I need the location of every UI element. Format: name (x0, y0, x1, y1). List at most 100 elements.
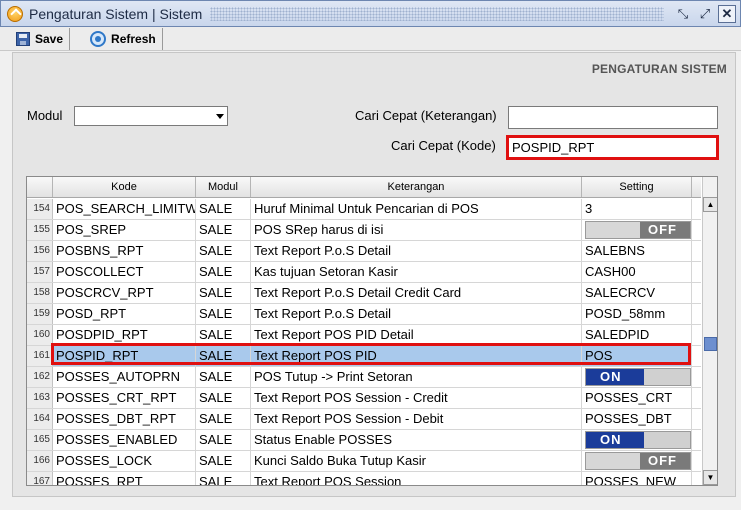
cell-modul[interactable]: SALE (196, 430, 251, 450)
cell-keterangan[interactable]: Text Report POS Session - Credit (251, 388, 582, 408)
table-row[interactable]: 163 POSSES_CRT_RPT SALE Text Report POS Ses… (27, 388, 701, 409)
modul-select[interactable] (74, 106, 228, 126)
toggle-label: OFF (648, 222, 677, 237)
cell-modul[interactable]: SALE (196, 283, 251, 303)
cell-setting[interactable]: POSD_58mm (582, 304, 692, 324)
refresh-button[interactable]: Refresh (70, 27, 163, 50)
chevron-down-icon[interactable] (216, 114, 224, 119)
setting-toggle[interactable]: ON (585, 431, 691, 449)
cell-setting[interactable]: POSSES_CRT (582, 388, 692, 408)
close-icon[interactable]: ✕ (718, 4, 736, 23)
cell-keterangan[interactable]: Huruf Minimal Untuk Pencarian di POS (251, 199, 582, 219)
row-number: 167 (27, 472, 53, 485)
table-row[interactable]: 160 POSDPID_RPT SALE Text Report POS PID De… (27, 325, 701, 346)
cell-keterangan[interactable]: Text Report P.o.S Detail Credit Card (251, 283, 582, 303)
cell-setting[interactable]: CASH00 (582, 262, 692, 282)
cell-setting[interactable]: SALECRCV (582, 283, 692, 303)
cell-setting[interactable]: POSSES_DBT (582, 409, 692, 429)
cell-keterangan[interactable]: Kunci Saldo Buka Tutup Kasir (251, 451, 582, 471)
save-button[interactable]: Save (0, 27, 71, 50)
table-row[interactable]: 154 POS_SEARCH_LIMITW SALE Huruf Minimal Un… (27, 199, 701, 220)
cell-kode[interactable]: POSSES_RPT (53, 472, 196, 485)
cell-keterangan[interactable]: Text Report P.o.S Detail (251, 304, 582, 324)
cell-kode[interactable]: POS_SREP (53, 220, 196, 240)
cell-keterangan[interactable]: POS Tutup -> Print Setoran (251, 367, 582, 387)
cell-keterangan[interactable]: POS SRep harus di isi (251, 220, 582, 240)
panel-title: PENGATURAN SISTEM (591, 62, 727, 76)
table-row[interactable]: 164 POSSES_DBT_RPT SALE Text Report POS Ses… (27, 409, 701, 430)
setting-toggle[interactable]: OFF (585, 452, 691, 470)
cell-setting[interactable]: ON (582, 367, 692, 387)
setting-toggle[interactable]: ON (585, 368, 691, 386)
cell-kode[interactable]: POSDPID_RPT (53, 325, 196, 345)
cell-modul[interactable]: SALE (196, 304, 251, 324)
scrollbar-thumb[interactable] (704, 337, 717, 351)
table-row[interactable]: 156 POSBNS_RPT SALE Text Report P.o.S Detai… (27, 241, 701, 262)
cell-modul[interactable]: SALE (196, 241, 251, 261)
cell-modul[interactable]: SALE (196, 472, 251, 485)
cell-setting[interactable]: POSSES_NEW (582, 472, 692, 485)
cell-modul[interactable]: SALE (196, 325, 251, 345)
cell-kode[interactable]: POS_SEARCH_LIMITW (53, 199, 196, 219)
cell-kode[interactable]: POSSES_CRT_RPT (53, 388, 196, 408)
restore-icon[interactable]: ⤡ (674, 5, 692, 23)
table-row[interactable]: 155 POS_SREP SALE POS SRep harus di isi OFF (27, 220, 701, 241)
cell-kode[interactable]: POSSES_ENABLED (53, 430, 196, 450)
cell-modul[interactable]: SALE (196, 220, 251, 240)
toggle-label: ON (600, 369, 622, 384)
column-header-modul[interactable]: Modul (196, 177, 251, 197)
cell-kode[interactable]: POSD_RPT (53, 304, 196, 324)
cell-setting[interactable]: POS (582, 346, 692, 366)
vertical-scrollbar[interactable]: ▲ ▼ (702, 177, 717, 485)
cell-modul[interactable]: SALE (196, 346, 251, 366)
cell-keterangan[interactable]: Text Report POS Session - Debit (251, 409, 582, 429)
row-number: 154 (27, 199, 53, 219)
cell-modul[interactable]: SALE (196, 451, 251, 471)
cell-keterangan[interactable]: Text Report P.o.S Detail (251, 241, 582, 261)
maximize-icon[interactable]: ⤢ (696, 5, 714, 23)
cell-setting[interactable]: SALEBNS (582, 241, 692, 261)
cari-keterangan-input[interactable] (508, 106, 718, 129)
cell-kode[interactable]: POSSES_AUTOPRN (53, 367, 196, 387)
table-row[interactable]: 157 POSCOLLECT SALE Kas tujuan Setoran Kasi… (27, 262, 701, 283)
table-row[interactable]: 162 POSSES_AUTOPRN SALE POS Tutup -> Print … (27, 367, 701, 388)
setting-toggle[interactable]: OFF (585, 221, 691, 239)
cell-setting[interactable]: OFF (582, 220, 692, 240)
cell-kode[interactable]: POSCOLLECT (53, 262, 196, 282)
cell-keterangan[interactable]: Status Enable POSSES (251, 430, 582, 450)
cell-setting[interactable]: OFF (582, 451, 692, 471)
table-row[interactable]: 158 POSCRCV_RPT SALE Text Report P.o.S Deta… (27, 283, 701, 304)
cell-keterangan[interactable]: Text Report POS Session (251, 472, 582, 485)
table-row[interactable]: 161 POSPID_RPT SALE Text Report POS PID POS (27, 346, 701, 367)
column-header-setting[interactable]: Setting (582, 177, 692, 197)
cell-keterangan[interactable]: Text Report POS PID Detail (251, 325, 582, 345)
table-row[interactable]: 165 POSSES_ENABLED SALE Status Enable POSSE… (27, 430, 701, 451)
cell-modul[interactable]: SALE (196, 388, 251, 408)
scroll-down-arrow-icon[interactable]: ▼ (703, 470, 717, 485)
cell-kode[interactable]: POSSES_LOCK (53, 451, 196, 471)
column-header-kode[interactable]: Kode (53, 177, 196, 197)
cell-kode[interactable]: POSSES_DBT_RPT (53, 409, 196, 429)
cell-setting[interactable]: 3 (582, 199, 692, 219)
row-number: 164 (27, 409, 53, 429)
table-row[interactable]: 166 POSSES_LOCK SALE Kunci Saldo Buka Tutup… (27, 451, 701, 472)
table-row[interactable]: 167 POSSES_RPT SALE Text Report POS Session… (27, 472, 701, 485)
column-header-keterangan[interactable]: Keterangan (251, 177, 582, 197)
titlebar-pattern (210, 6, 664, 21)
cell-setting[interactable]: SALEDPID (582, 325, 692, 345)
cell-modul[interactable]: SALE (196, 367, 251, 387)
cell-setting[interactable]: ON (582, 430, 692, 450)
cell-kode[interactable]: POSPID_RPT (53, 346, 196, 366)
cell-kode[interactable]: POSBNS_RPT (53, 241, 196, 261)
row-number: 163 (27, 388, 53, 408)
cell-modul[interactable]: SALE (196, 199, 251, 219)
table-row[interactable]: 159 POSD_RPT SALE Text Report P.o.S Detail P… (27, 304, 701, 325)
toggle-label: ON (600, 432, 622, 447)
cell-keterangan[interactable]: Text Report POS PID (251, 346, 582, 366)
cell-kode[interactable]: POSCRCV_RPT (53, 283, 196, 303)
cell-modul[interactable]: SALE (196, 262, 251, 282)
scroll-up-arrow-icon[interactable]: ▲ (703, 197, 717, 212)
cell-keterangan[interactable]: Kas tujuan Setoran Kasir (251, 262, 582, 282)
cari-kode-input[interactable]: POSPID_RPT (506, 135, 719, 160)
cell-modul[interactable]: SALE (196, 409, 251, 429)
